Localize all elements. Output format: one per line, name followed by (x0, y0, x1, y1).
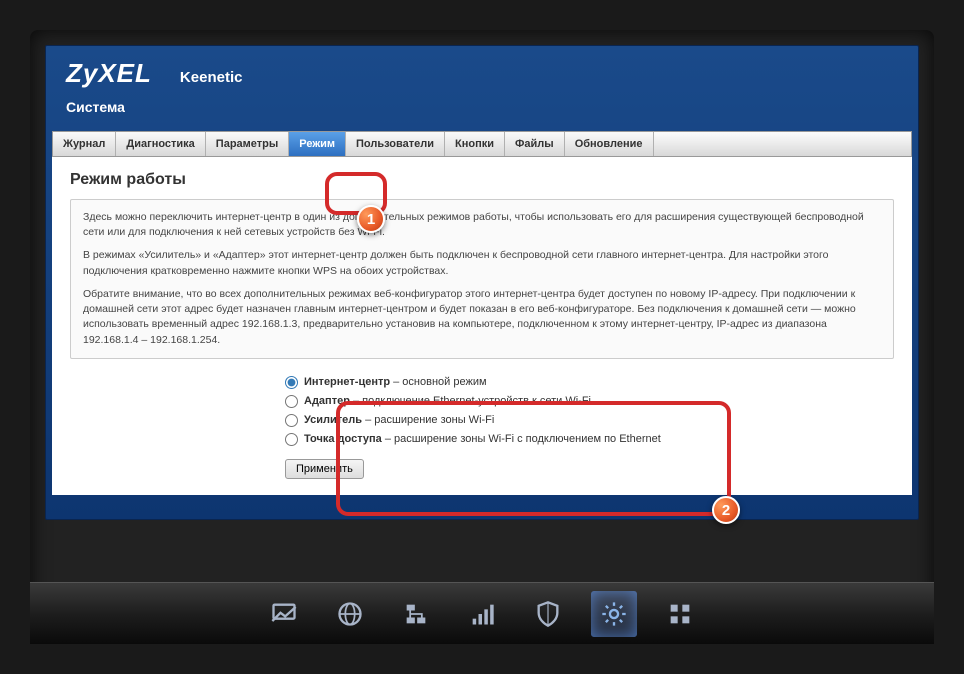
dock-globe-icon[interactable] (327, 591, 373, 637)
annotation-callout-2: 2 (712, 496, 740, 524)
dock-shield-icon[interactable] (525, 591, 571, 637)
product-name: Keenetic (180, 69, 243, 86)
mode-option[interactable]: Точка доступа – расширение зоны Wi-Fi с … (285, 430, 894, 449)
mode-option[interactable]: Адаптер – подключение Ethernet-устройств… (285, 392, 894, 411)
info-paragraph: Обратите внимание, что во всех дополните… (83, 287, 881, 348)
dock-gear-icon[interactable] (591, 591, 637, 637)
info-box: Здесь можно переключить интернет-центр в… (70, 199, 894, 359)
tab-кнопки[interactable]: Кнопки (445, 132, 505, 156)
mode-option[interactable]: Усилитель – расширение зоны Wi-Fi (285, 411, 894, 430)
content-panel: Режим работы Здесь можно переключить инт… (52, 157, 912, 495)
info-paragraph: В режимах «Усилитель» и «Адаптер» этот и… (83, 248, 881, 278)
tab-bar: ЖурналДиагностикаПараметрыРежимПользоват… (52, 131, 912, 157)
dock-signal-icon[interactable] (459, 591, 505, 637)
apply-button[interactable]: Применить (285, 459, 364, 479)
mode-radio[interactable] (285, 433, 298, 446)
mode-radio[interactable] (285, 395, 298, 408)
tab-обновление[interactable]: Обновление (565, 132, 654, 156)
dock-monitor-icon[interactable] (261, 591, 307, 637)
tab-диагностика[interactable]: Диагностика (116, 132, 205, 156)
dock-network-icon[interactable] (393, 591, 439, 637)
tab-журнал[interactable]: Журнал (53, 132, 116, 156)
mode-option[interactable]: Интернет-центр – основной режим (285, 373, 894, 392)
header: ZyXEL Keenetic Система (46, 46, 918, 123)
mode-label: Усилитель – расширение зоны Wi-Fi (304, 414, 494, 426)
bottom-dock (30, 582, 934, 644)
tab-параметры[interactable]: Параметры (206, 132, 289, 156)
mode-label: Интернет-центр – основной режим (304, 376, 487, 388)
tab-пользователи[interactable]: Пользователи (346, 132, 445, 156)
mode-radio[interactable] (285, 376, 298, 389)
mode-radio[interactable] (285, 414, 298, 427)
annotation-callout-1: 1 (357, 205, 385, 233)
info-paragraph: Здесь можно переключить интернет-центр в… (83, 210, 881, 240)
brand-logo: ZyXEL (66, 58, 152, 89)
page-title: Режим работы (70, 171, 894, 189)
tab-файлы[interactable]: Файлы (505, 132, 565, 156)
tab-режим[interactable]: Режим (289, 132, 346, 156)
mode-label: Точка доступа – расширение зоны Wi-Fi с … (304, 433, 661, 445)
dock-apps-icon[interactable] (657, 591, 703, 637)
mode-list: Интернет-центр – основной режим Адаптер –… (285, 373, 894, 449)
section-title: Система (66, 99, 898, 115)
mode-label: Адаптер – подключение Ethernet-устройств… (304, 395, 591, 407)
